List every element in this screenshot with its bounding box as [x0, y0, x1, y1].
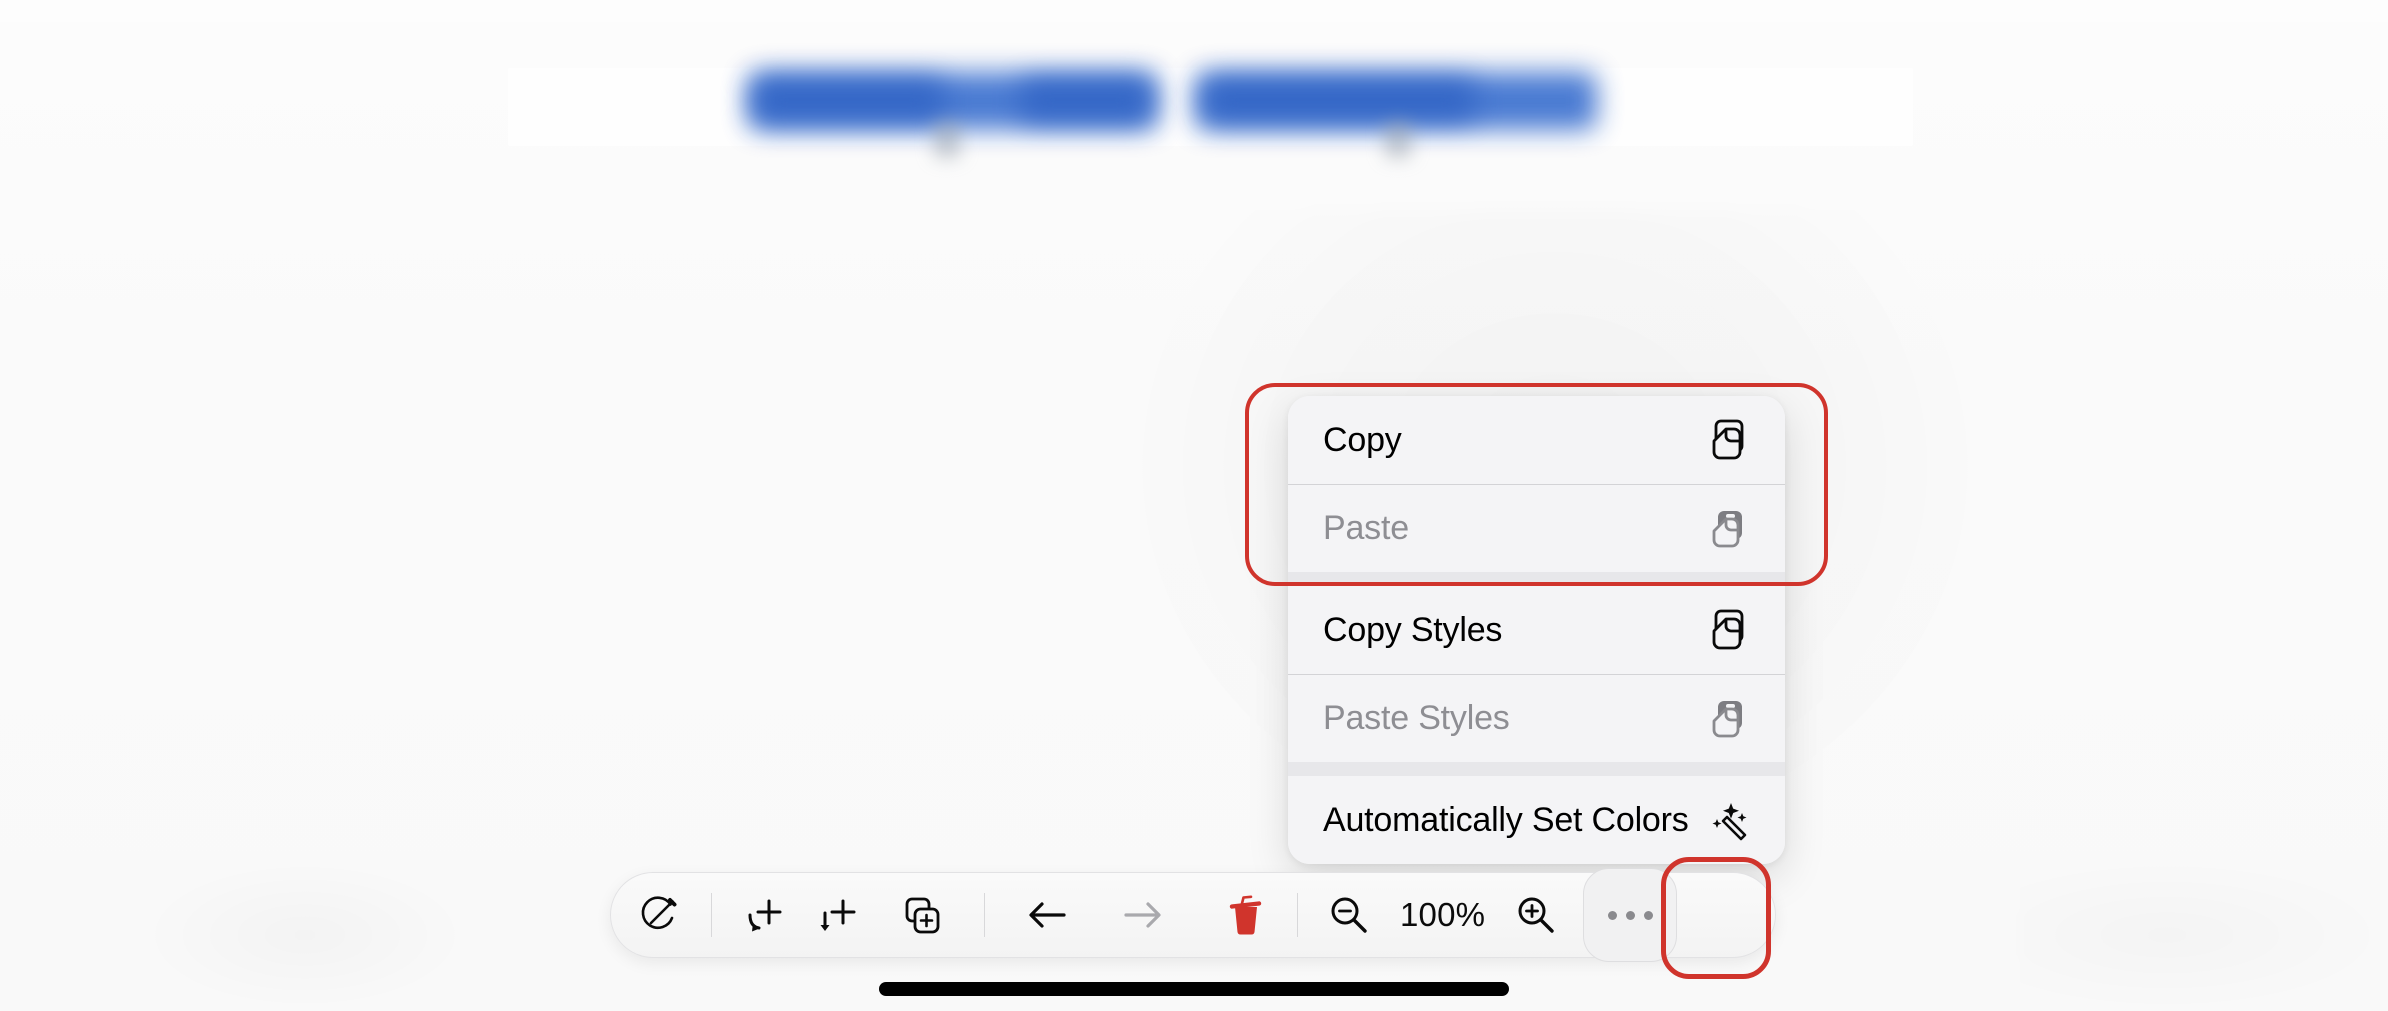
copy-icon [1705, 606, 1751, 654]
delete-button[interactable] [1209, 876, 1283, 954]
zoom-in-button[interactable] [1499, 876, 1573, 954]
menu-group-colors: Automatically Set Colors [1288, 776, 1785, 864]
menu-item-copy-styles[interactable]: Copy Styles [1288, 586, 1785, 674]
redo-button[interactable] [1095, 876, 1191, 954]
trash-icon [1224, 892, 1268, 938]
toolbar-separator [711, 893, 712, 937]
add-row-button[interactable] [726, 876, 800, 954]
menu-separator-gap [1288, 762, 1785, 776]
add-column-arrow-icon [813, 891, 861, 939]
menu-item-automatically-set-colors[interactable]: Automatically Set Colors [1288, 776, 1785, 864]
left-soft-shadow [140, 860, 470, 1010]
zoom-out-button[interactable] [1312, 876, 1386, 954]
menu-item-paste-styles[interactable]: Paste Styles [1288, 674, 1785, 762]
magic-wand-icon [1705, 796, 1751, 844]
magnifier-minus-icon [1326, 892, 1372, 938]
menu-separator-gap [1288, 572, 1785, 586]
duplicate-button[interactable] [874, 876, 970, 954]
menu-group-styles: Copy Styles Paste Styles [1288, 586, 1785, 762]
redacted-label-right [1195, 60, 1615, 170]
menu-item-copy[interactable]: Copy [1288, 396, 1785, 484]
menu-item-label: Paste Styles [1323, 699, 1510, 737]
ellipsis-icon [1607, 910, 1653, 920]
bottom-toolbar: 100% [610, 868, 1776, 962]
right-soft-shadow [2020, 860, 2388, 1010]
arrow-left-icon [1022, 895, 1072, 935]
zoom-level-label: 100% [1400, 896, 1486, 933]
toolbar-separator [1297, 893, 1298, 937]
menu-item-label: Paste [1323, 509, 1409, 547]
circle-pencil-icon [637, 892, 683, 938]
redacted-label-left [748, 60, 1168, 170]
copy-icon [1705, 416, 1751, 464]
undo-button[interactable] [999, 876, 1095, 954]
menu-item-label: Copy Styles [1323, 611, 1503, 649]
add-row-arrow-icon [739, 891, 787, 939]
add-column-button[interactable] [800, 876, 874, 954]
top-status-strip [0, 0, 2388, 22]
menu-item-label: Automatically Set Colors [1323, 801, 1689, 839]
paste-icon [1705, 694, 1751, 742]
menu-item-paste[interactable]: Paste [1288, 484, 1785, 572]
toolbar-separator [984, 893, 985, 937]
more-options-button[interactable] [1583, 868, 1678, 962]
arrow-right-icon [1118, 895, 1168, 935]
menu-item-label: Copy [1323, 421, 1402, 459]
screen-root: Copy Paste Copy Styles Paste Styles Auto… [0, 0, 2388, 1011]
paste-icon [1705, 504, 1751, 552]
magnifier-plus-icon [1513, 892, 1559, 938]
style-tool-button[interactable] [623, 876, 697, 954]
menu-group-copy-paste: Copy Paste [1288, 396, 1785, 572]
context-menu: Copy Paste Copy Styles Paste Styles Auto… [1288, 396, 1785, 864]
duplicate-plus-icon [898, 891, 946, 939]
home-indicator [879, 982, 1509, 996]
